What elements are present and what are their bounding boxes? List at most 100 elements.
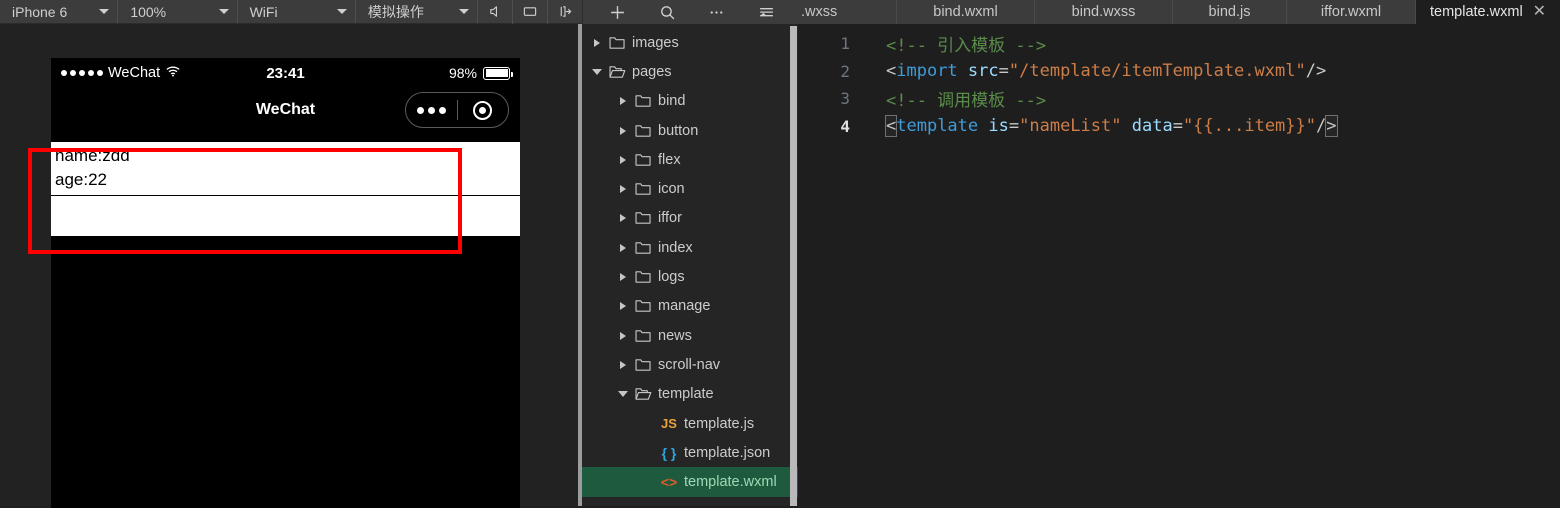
capsule-close-button[interactable] [457, 100, 508, 120]
file-tree-item-template-js[interactable]: JS template.js [582, 409, 798, 438]
file-tree-item-label: template.wxml [684, 474, 777, 491]
code-line: 4 <template is="nameList" data="{{...item… [798, 113, 1560, 141]
simulator-icon-group [478, 0, 582, 24]
chevron-right-icon[interactable] [616, 97, 630, 106]
chevron-right-icon[interactable] [616, 155, 630, 164]
code-editor[interactable]: 1 <!-- 引入模板 --> 2 <import src="/template/it… [798, 24, 1560, 506]
line-number: 3 [840, 89, 850, 109]
simulator-toolbar: iPhone 6 100% WiFi 模拟操作 [0, 0, 582, 24]
chevron-right-icon[interactable] [616, 214, 630, 223]
carrier-label: WeChat [108, 65, 161, 81]
file-type-badge: JS [661, 416, 677, 431]
chevron-down-icon[interactable] [616, 391, 630, 398]
outline-icon[interactable] [746, 0, 786, 24]
phone-status-bar: WeChat 23:41 98% [51, 58, 520, 88]
page-top-gap [51, 132, 520, 142]
tab-label: bind.wxml [933, 4, 998, 20]
folder-icon [630, 124, 656, 138]
chevron-right-icon[interactable] [616, 126, 630, 135]
tab-bind-wxss[interactable]: bind.wxss [1035, 0, 1173, 24]
chevron-right-icon[interactable] [616, 243, 630, 252]
file-tree-item-template-wxml[interactable]: <> template.wxml [582, 467, 798, 497]
file-tree-item-button[interactable]: button [582, 116, 798, 145]
chevron-down-icon[interactable] [590, 68, 604, 75]
phone-nav-bar: WeChat [51, 88, 520, 132]
tab-bind-wxml[interactable]: bind.wxml [897, 0, 1035, 24]
chevron-right-icon[interactable] [616, 360, 630, 369]
file-tree-scrollbar[interactable] [790, 26, 797, 506]
file-type-badge: <> [660, 474, 678, 491]
add-icon[interactable] [598, 0, 638, 24]
simulate-action-select[interactable]: 模拟操作 [356, 0, 478, 23]
network-select-label: WiFi [249, 3, 278, 20]
template-list-item: name:zdd age:22 [51, 142, 520, 197]
chevron-right-icon[interactable] [590, 38, 604, 47]
code-token: = [998, 61, 1009, 82]
file-tree-item-template[interactable]: template [582, 380, 798, 409]
code-line: 3 <!-- 调用模板 --> [798, 85, 1560, 113]
zoom-select[interactable]: 100% [118, 0, 238, 23]
target-icon [473, 100, 493, 120]
file-tree-item-images[interactable]: images [582, 28, 798, 57]
code-token: / [1316, 116, 1327, 137]
file-type-ft-js-icon: JS [656, 416, 682, 431]
more-icon [416, 106, 446, 114]
tab-template-wxml[interactable]: template.wxml ✕ [1416, 0, 1560, 24]
search-icon[interactable] [647, 0, 687, 24]
line-number: 1 [840, 34, 850, 54]
folder-open-icon [604, 65, 630, 79]
file-tree-item-label: scroll-nav [658, 356, 721, 373]
zoom-select-label: 100% [130, 3, 167, 20]
more-icon[interactable] [697, 0, 737, 24]
chevron-down-icon [218, 9, 229, 14]
file-tree-item-index[interactable]: index [582, 233, 798, 262]
file-tree-item-label: news [658, 327, 692, 344]
file-type-ft-wxml-icon: <> [656, 474, 682, 490]
network-select[interactable]: WiFi [238, 0, 356, 23]
chevron-right-icon[interactable] [616, 302, 630, 311]
close-icon[interactable]: ✕ [1533, 4, 1546, 20]
editor-toolbar: .wxss bind.wxml bind.wxss bind.js iffor.wxml… [582, 0, 1560, 24]
capsule-more-button[interactable] [406, 106, 457, 114]
chevron-down-icon [336, 9, 347, 14]
ide-window: iPhone 6 100% WiFi 模拟操作 .wxss bind.wxml … [0, 0, 1560, 508]
screen-rotate-icon[interactable] [513, 0, 548, 24]
device-select[interactable]: iPhone 6 [0, 0, 119, 23]
file-tree-item-news[interactable]: news [582, 321, 798, 350]
tab-bind-js[interactable]: bind.js [1173, 0, 1287, 24]
wechat-capsule-button[interactable] [405, 92, 509, 128]
file-tree-item-pages[interactable]: pages [582, 57, 798, 86]
file-tree-item-logs[interactable]: logs [582, 262, 798, 291]
code-token: /> [1305, 61, 1327, 82]
code-token: template [896, 116, 979, 137]
code-line: 1 <!-- 引入模板 --> [798, 30, 1560, 58]
file-tree-item-scroll-nav[interactable]: scroll-nav [582, 350, 798, 379]
send-to-device-icon[interactable] [548, 0, 582, 24]
file-tree-item-label: template.js [684, 415, 755, 432]
folder-icon [630, 270, 656, 284]
tab-wxss[interactable]: .wxss [801, 0, 897, 24]
tab-iffor-wxml[interactable]: iffor.wxml [1287, 0, 1416, 24]
file-tree-item-label: template [658, 386, 714, 403]
file-tree-item-label: button [658, 122, 699, 139]
chevron-right-icon[interactable] [616, 185, 630, 194]
file-tree-item-label: pages [632, 63, 672, 80]
file-tree-item-iffor[interactable]: iffor [582, 204, 798, 233]
code-token: <!-- 引入模板 --> [886, 36, 1047, 57]
file-tree-item-label: template.json [684, 444, 771, 461]
file-tree-list: images pages bind button flex icon iffor index l… [582, 28, 798, 497]
tab-label: .wxss [801, 4, 838, 20]
chevron-down-icon [99, 9, 110, 14]
file-tree-item-template-json[interactable]: { } template.json [582, 438, 798, 467]
code-token: "nameList" [1019, 116, 1122, 137]
chevron-right-icon[interactable] [616, 331, 630, 340]
file-tree-item-flex[interactable]: flex [582, 145, 798, 174]
wifi-icon [166, 65, 180, 81]
chevron-right-icon[interactable] [616, 273, 630, 282]
editor-icon-group [583, 0, 801, 24]
file-tree-item-bind[interactable]: bind [582, 87, 798, 116]
volume-icon[interactable] [478, 0, 513, 24]
file-tree-item-icon[interactable]: icon [582, 174, 798, 203]
file-tree-item-manage[interactable]: manage [582, 292, 798, 321]
